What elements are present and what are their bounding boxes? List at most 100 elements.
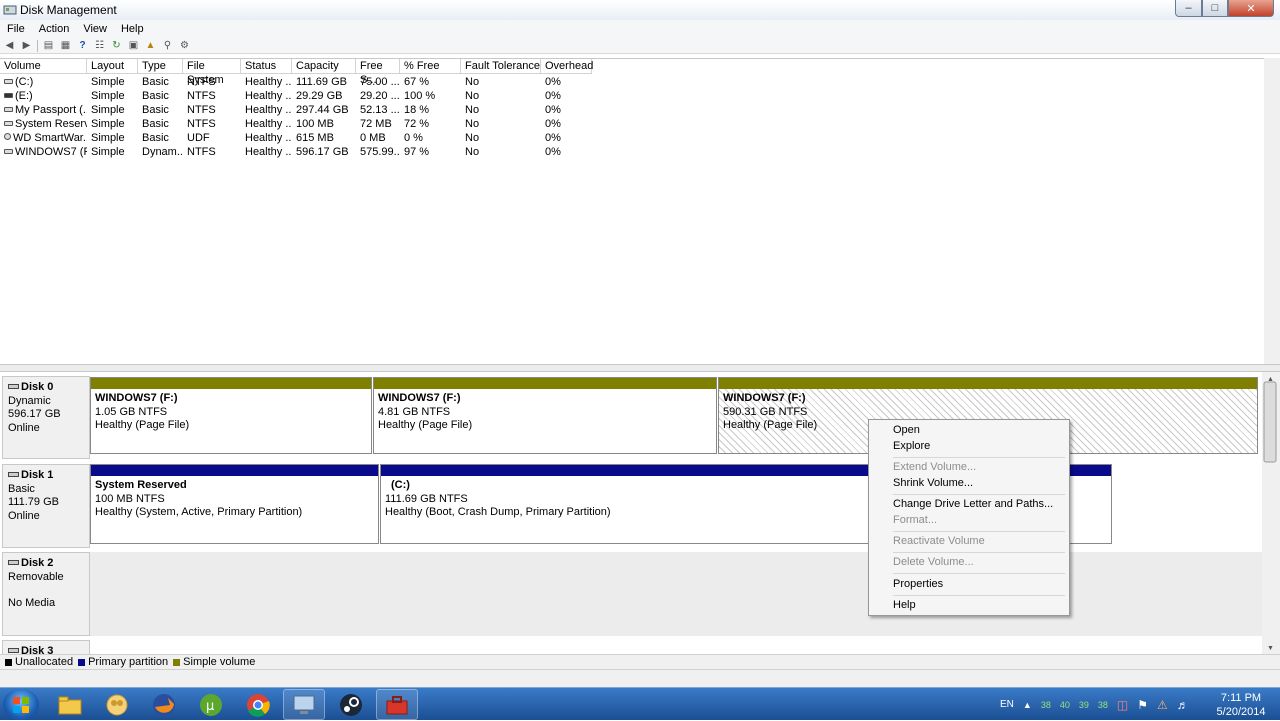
ctx-properties[interactable]: Properties — [893, 578, 943, 590]
free-space-cell: 75.00 ... — [360, 76, 400, 88]
disk-type: Dynamic — [8, 394, 51, 407]
col-header-percent-free[interactable]: % Free — [400, 59, 461, 74]
close-button[interactable]: ✕ — [1228, 0, 1274, 17]
disk-2-label[interactable]: Disk 2 Removable No Media — [2, 552, 90, 636]
overhead-cell: 0% — [545, 104, 561, 116]
properties-icon[interactable]: ▦ — [59, 40, 72, 52]
start-button[interactable] — [3, 689, 39, 720]
status-cell: Healthy ... — [245, 76, 292, 88]
list-view-icon[interactable]: ☷ — [93, 40, 106, 52]
drive-icon — [4, 121, 13, 126]
col-header-type[interactable]: Type — [138, 59, 183, 74]
col-header-volume[interactable]: Volume — [0, 59, 87, 74]
ctx-extend-volume: Extend Volume... — [893, 461, 977, 473]
computer-management-taskbar-button[interactable] — [283, 689, 325, 720]
menu-help[interactable]: Help — [114, 23, 151, 35]
explorer-taskbar-button[interactable] — [49, 689, 91, 720]
partition-windows7-f-1[interactable]: WINDOWS7 (F:) 1.05 GB NTFS Healthy (Page… — [90, 377, 372, 454]
overhead-cell: 0% — [545, 146, 561, 158]
disk-map-scrollbar[interactable]: ▲ ▼ — [1262, 372, 1280, 654]
fault-tolerance-cell: No — [465, 118, 480, 130]
col-header-layout[interactable]: Layout — [87, 59, 138, 74]
col-header-file-system[interactable]: File System — [183, 59, 241, 86]
rescan-disks-icon[interactable]: ▣ — [127, 40, 140, 52]
free-space-cell: 29.20 ... — [360, 90, 400, 102]
col-header-capacity[interactable]: Capacity — [292, 59, 356, 74]
table-row[interactable]: (C:) Simple Basic NTFS Healthy ... 111.6… — [0, 75, 600, 89]
legend-unallocated: Unallocated — [5, 656, 73, 668]
volume-list-scrollbar[interactable] — [1264, 58, 1280, 364]
minimize-button[interactable]: – — [1175, 0, 1202, 17]
ctx-open[interactable]: Open — [893, 424, 920, 436]
table-row[interactable]: WD SmartWar... Simple Basic UDF Healthy … — [0, 131, 600, 145]
svg-text:▼: ▼ — [1267, 645, 1274, 652]
menu-bar: File Action View Help — [0, 20, 1280, 38]
warning-icon[interactable]: ⚠ — [1157, 698, 1168, 712]
language-indicator[interactable]: EN — [1000, 699, 1014, 710]
temp-indicator-1: 38 — [1040, 699, 1051, 710]
drive-icon — [4, 79, 13, 84]
contacts-taskbar-button[interactable] — [96, 689, 138, 720]
disk-1-label[interactable]: Disk 1 Basic 111.79 GB Online — [2, 464, 90, 548]
disk-0-label[interactable]: Disk 0 Dynamic 596.17 GB Online — [2, 376, 90, 459]
volume-icon[interactable]: ♬ — [1177, 698, 1189, 712]
settings-icon[interactable]: ⚙ — [178, 40, 191, 52]
col-header-free-space[interactable]: Free S... — [356, 59, 400, 86]
menu-action[interactable]: Action — [32, 23, 77, 35]
clock[interactable]: 7:11 PM 5/20/2014 — [1210, 691, 1272, 719]
ctx-explore[interactable]: Explore — [893, 440, 930, 452]
legend-primary-partition: Primary partition — [78, 656, 168, 668]
table-row[interactable]: (E:) Simple Basic NTFS Healthy ... 29.29… — [0, 89, 600, 103]
console-tree-icon[interactable]: ▤ — [42, 40, 55, 52]
col-header-overhead[interactable]: Overhead — [541, 59, 593, 74]
file-system-cell: NTFS — [187, 76, 216, 88]
action-center-flag-icon[interactable]: ⚑ — [1137, 698, 1148, 712]
table-row[interactable]: My Passport (... Simple Basic NTFS Healt… — [0, 103, 600, 117]
back-arrow-icon[interactable]: ◀ — [3, 40, 16, 52]
menu-file[interactable]: File — [0, 23, 32, 35]
pane-splitter[interactable] — [0, 364, 1280, 372]
context-menu: Open Explore Extend Volume... Shrink Vol… — [868, 419, 1070, 616]
open-folder-icon[interactable]: ▲ — [144, 40, 157, 52]
layout-cell: Simple — [91, 90, 125, 102]
table-row[interactable]: WINDOWS7 (F:) Simple Dynam... NTFS Healt… — [0, 145, 600, 159]
free-space-cell: 575.99... — [360, 146, 400, 158]
search-icon[interactable]: ⚲ — [161, 40, 174, 52]
partition-system-reserved[interactable]: System Reserved 100 MB NTFS Healthy (Sys… — [90, 464, 379, 544]
percent-free-cell: 67 % — [404, 76, 430, 88]
chrome-icon — [247, 693, 270, 717]
fault-tolerance-cell: No — [465, 90, 480, 102]
partition-windows7-f-2[interactable]: WINDOWS7 (F:) 4.81 GB NTFS Healthy (Page… — [373, 377, 717, 454]
legend-simple-volume: Simple volume — [173, 656, 255, 668]
ctx-help[interactable]: Help — [893, 599, 916, 611]
utorrent-icon: µ — [200, 693, 222, 716]
ctx-format: Format... — [893, 514, 938, 526]
file-system-cell: NTFS — [187, 118, 216, 130]
show-hidden-icons-icon[interactable]: ▲ — [1023, 700, 1032, 710]
ctx-delete-volume: Delete Volume... — [893, 556, 974, 568]
refresh-icon[interactable]: ↻ — [110, 40, 123, 52]
utorrent-taskbar-button[interactable]: µ — [190, 689, 232, 720]
col-header-status[interactable]: Status — [241, 59, 292, 74]
maximize-button[interactable]: □ — [1202, 0, 1228, 17]
percent-free-cell: 18 % — [404, 104, 430, 116]
table-row[interactable]: System Reserv... Simple Basic NTFS Healt… — [0, 117, 600, 131]
disk-3-label[interactable]: Disk 3 — [2, 640, 90, 654]
steam-taskbar-button[interactable] — [330, 689, 372, 720]
col-header-fault-tolerance[interactable]: Fault Tolerance — [461, 59, 541, 74]
chrome-taskbar-button[interactable] — [237, 689, 279, 720]
temp-indicator-4: 38 — [1097, 699, 1108, 710]
volume-name: WD SmartWar... — [13, 132, 87, 144]
ctx-shrink-volume[interactable]: Shrink Volume... — [893, 477, 973, 489]
menu-view[interactable]: View — [76, 23, 114, 35]
status-cell: Healthy ... — [245, 90, 292, 102]
toolbox-taskbar-button[interactable] — [376, 689, 418, 720]
ctx-change-drive-letter[interactable]: Change Drive Letter and Paths... — [893, 498, 1053, 510]
disk-icon — [8, 648, 19, 653]
disk-size: 111.79 GB — [8, 496, 59, 508]
help-icon[interactable]: ? — [76, 40, 89, 52]
steam-icon — [340, 693, 362, 716]
forward-arrow-icon[interactable]: ▶ — [20, 40, 33, 52]
firefox-taskbar-button[interactable] — [143, 689, 185, 720]
network-icon[interactable]: ◫ — [1117, 698, 1128, 712]
